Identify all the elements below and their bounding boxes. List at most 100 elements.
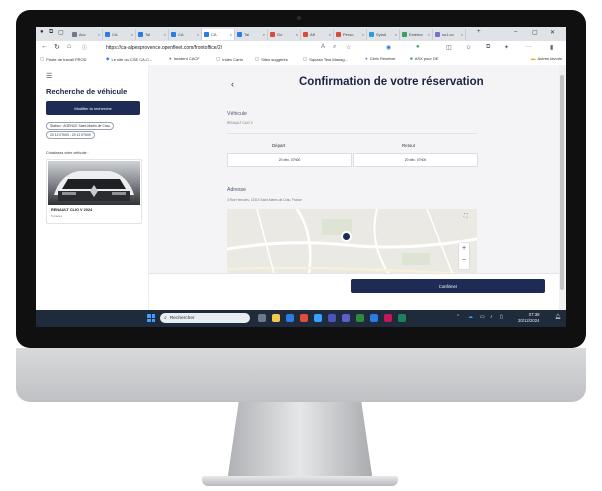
extension-green-icon[interactable]: ● — [416, 44, 420, 50]
browser-tab[interactable]: Acc × — [70, 29, 103, 40]
volume-icon[interactable]: ♪ — [490, 314, 493, 320]
app-icon[interactable] — [398, 314, 406, 322]
split-screen-icon[interactable]: ◫ — [446, 44, 452, 51]
system-clock[interactable]: 07:38 20/12/2024 — [518, 312, 540, 324]
tab-close-icon[interactable]: × — [263, 32, 265, 37]
read-aloud-icon[interactable]: A — [321, 44, 325, 50]
tray-chevron-icon[interactable]: ⌃ — [456, 314, 460, 320]
onedrive-icon[interactable]: ☁ — [468, 314, 473, 320]
tab-close-icon[interactable]: × — [164, 32, 166, 37]
file-explorer-icon[interactable] — [272, 314, 280, 322]
app-icon[interactable] — [384, 314, 392, 322]
site-icon: ● — [169, 56, 172, 61]
car-image — [48, 161, 140, 205]
favorites-icon[interactable]: ✩ — [466, 44, 471, 51]
vehicle-seats: 5 places — [51, 214, 63, 218]
tab-close-icon[interactable]: × — [329, 32, 331, 37]
minimize-button[interactable]: – — [514, 29, 517, 35]
tab-favicon-icon — [270, 32, 275, 37]
bookmark-item[interactable]: ● Incident CACF — [169, 56, 200, 61]
collections-icon[interactable]: ⧉ — [486, 44, 490, 51]
address-section-label: Adresse — [227, 187, 247, 193]
profile-icon[interactable]: ● — [40, 29, 44, 35]
browser-tab[interactable]: Sylad × — [367, 29, 400, 40]
browser-tab[interactable]: CA × — [169, 29, 202, 40]
bookmark-item[interactable]: ◆ Le site du CSE CA-C... — [106, 56, 152, 62]
tab-close-icon[interactable]: × — [230, 32, 232, 37]
fullscreen-icon[interactable]: ⛶ — [464, 213, 468, 219]
tab-close-icon[interactable]: × — [395, 32, 397, 37]
browser-tab[interactable]: su1.co × — [433, 29, 466, 40]
tab-close-icon[interactable]: × — [296, 32, 298, 37]
bookmark-item[interactable]: ▢ Index Carto — [216, 56, 243, 62]
tab-close-icon[interactable]: × — [362, 32, 364, 37]
sidebar-toggle-icon[interactable]: ▮ — [550, 44, 553, 51]
edge-browser-icon[interactable] — [286, 314, 294, 322]
browser-tab[interactable]: Go × — [268, 29, 301, 40]
tab-actions-icon[interactable]: ▢ — [58, 29, 64, 36]
browser-tab[interactable]: CA × — [202, 29, 235, 40]
menu-icon[interactable]: ☰ — [46, 72, 52, 80]
browser-tab[interactable]: Tal × — [136, 29, 169, 40]
reload-icon[interactable]: ↻ — [54, 43, 60, 51]
filter-chip-dates[interactable]: 20 12 07h00 - 20 12 07h00 — [46, 131, 95, 139]
copilot-icon[interactable]: ✦ — [504, 44, 509, 51]
scrollbar-thumb[interactable] — [560, 75, 564, 290]
site-icon: ■ — [410, 56, 413, 61]
task-view-icon[interactable] — [258, 314, 266, 322]
tab-favicon-icon — [435, 32, 440, 37]
browser-tab[interactable]: Aff × — [301, 29, 334, 40]
confirm-button[interactable]: Confirmer — [351, 279, 545, 293]
bookmark-item[interactable]: ▢ Poste de travail PROD — [40, 56, 87, 62]
bookmark-item[interactable]: ● Citrix Receiver — [365, 56, 396, 61]
site-info-icon[interactable]: ⓘ — [82, 44, 87, 51]
tab-close-icon[interactable]: × — [98, 32, 100, 37]
more-options-icon[interactable]: ··· — [526, 44, 532, 50]
page-icon: ▢ — [303, 56, 308, 61]
outlook-icon[interactable] — [314, 314, 322, 322]
tab-close-icon[interactable]: × — [131, 32, 133, 37]
departure-label: Départ — [272, 143, 286, 148]
start-menu-icon[interactable] — [147, 314, 155, 322]
battery-icon[interactable]: ▯ — [500, 314, 503, 320]
zoom-icon[interactable]: ⌕ — [333, 44, 336, 51]
tab-close-icon[interactable]: × — [461, 32, 463, 37]
page-icon: ▢ — [255, 56, 260, 61]
bookmark-item[interactable]: ▢ Squash Test Manag... — [303, 56, 348, 62]
page-scrollbar[interactable] — [559, 65, 566, 310]
home-icon[interactable]: ⌂ — [67, 43, 71, 50]
extension-icon[interactable]: ◉ — [386, 44, 391, 51]
teams-icon[interactable] — [328, 314, 336, 322]
network-icon[interactable]: ▭ — [480, 314, 485, 320]
office-icon[interactable] — [300, 314, 308, 322]
zoom-in-button[interactable]: + — [459, 243, 469, 255]
browser-tab[interactable]: Tal × — [235, 29, 268, 40]
close-window-button[interactable]: ✕ — [550, 29, 555, 36]
notifications-icon[interactable]: 🔔︎ — [555, 314, 561, 320]
filter-chip-station[interactable]: Station : AGENCE Saint-Martin de Crau — [46, 122, 114, 130]
tab-close-icon[interactable]: × — [197, 32, 199, 37]
favorite-star-icon[interactable]: ☆ — [346, 44, 351, 51]
tab-favicon-icon — [303, 32, 308, 37]
app-icon[interactable] — [342, 314, 350, 322]
browser-tab[interactable]: Exterior × — [400, 29, 433, 40]
bookmark-item[interactable]: ▢ Sites suggérés — [255, 56, 288, 62]
modify-search-button[interactable]: Modifier la recherche — [46, 101, 140, 115]
bookmark-item[interactable]: ■ ASX pour DE — [410, 56, 439, 61]
url-field[interactable]: https://ca-alpesprovence.openfleet.com/f… — [106, 43, 366, 52]
taskbar-search[interactable]: ⌕ Rechercher — [160, 313, 250, 323]
zoom-out-button[interactable]: − — [459, 255, 469, 267]
app-icon[interactable] — [370, 314, 378, 322]
back-chevron-icon[interactable]: ‹ — [231, 79, 234, 89]
bookmark-folder-other[interactable]: ▬ Autres favoris — [531, 56, 562, 61]
app-icon[interactable] — [356, 314, 364, 322]
tab-label: Tal — [244, 32, 250, 37]
browser-tab[interactable]: Perso × — [334, 29, 367, 40]
maximize-button[interactable]: ▢ — [532, 29, 538, 36]
back-icon[interactable]: ← — [41, 43, 48, 50]
workspaces-icon[interactable]: ⧉ — [49, 29, 53, 36]
vehicle-card[interactable]: RENAULT CLIO V 2024 5 places — [46, 159, 142, 224]
new-tab-button[interactable]: + — [477, 29, 481, 35]
browser-tab[interactable]: CA × — [103, 29, 136, 40]
tab-close-icon[interactable]: × — [428, 32, 430, 37]
